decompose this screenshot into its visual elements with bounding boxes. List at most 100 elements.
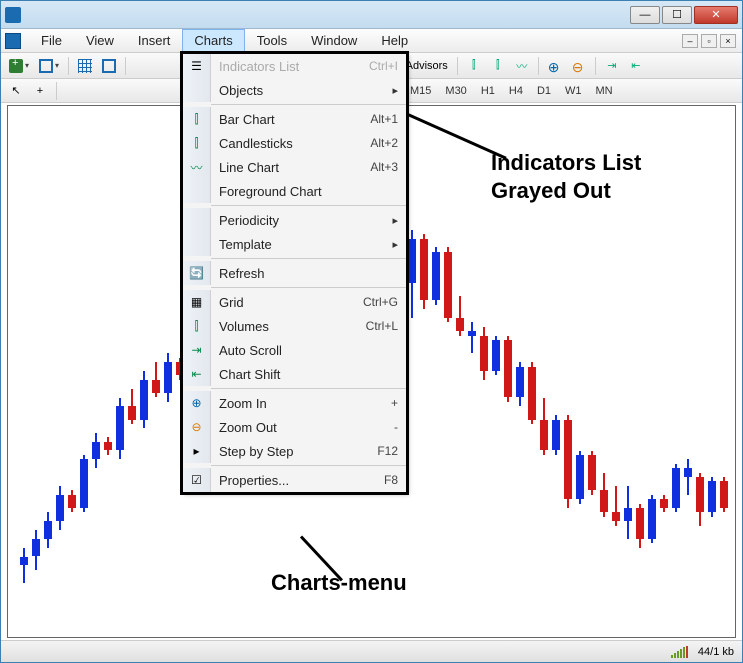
timeframe-mn[interactable]: MN (590, 82, 619, 100)
cursor-icon: ↖ (11, 84, 20, 97)
cursor-button[interactable]: ↖ (5, 81, 27, 101)
menu-separator (211, 104, 406, 105)
separator (56, 82, 57, 100)
app-icon (5, 7, 21, 23)
menu-item-refresh[interactable]: 🔄Refresh (183, 261, 406, 285)
menu-separator (211, 205, 406, 206)
grid-icon: ▦ (183, 290, 211, 314)
mdi-minimize-button[interactable]: – (682, 34, 698, 48)
step-icon: ▸ (183, 439, 211, 463)
zoom-in-button[interactable] (544, 56, 566, 76)
menu-item-label: Indicators List (219, 59, 369, 74)
line-chart-icon: 〰 (183, 155, 211, 179)
indicators-icon: ☰ (183, 54, 211, 78)
blank-icon (183, 232, 211, 256)
menu-item-label: Zoom Out (219, 420, 394, 435)
menu-item-volumes[interactable]: ⫿VolumesCtrl+L (183, 314, 406, 338)
menu-item-zoom-in[interactable]: ⊕Zoom In+ (183, 391, 406, 415)
menu-item-properties[interactable]: ☑Properties...F8 (183, 468, 406, 492)
menu-item-label: Candlesticks (219, 136, 370, 151)
menu-item-shortcut: Ctrl+G (363, 295, 398, 309)
menu-help[interactable]: Help (369, 29, 420, 52)
profiles-button[interactable] (35, 56, 63, 76)
annotation-charts-menu: Charts-menu (271, 569, 407, 597)
menu-item-label: Objects (219, 83, 386, 98)
new-chart-button[interactable] (5, 56, 33, 76)
charts-dropdown-menu: ☰Indicators ListCtrl+IObjects⫿Bar ChartA… (182, 53, 407, 493)
line-chart-icon: 〰 (516, 58, 527, 74)
menu-item-chart-shift[interactable]: ⇤Chart Shift (183, 362, 406, 386)
timeframe-w1[interactable]: W1 (559, 82, 588, 100)
bar-chart-button[interactable]: ⫿ (463, 56, 485, 76)
data-window-button[interactable] (98, 56, 120, 76)
properties-icon: ☑ (183, 468, 211, 492)
candlestick-icon: ⫿ (183, 131, 211, 155)
market-watch-button[interactable] (74, 56, 96, 76)
menu-insert[interactable]: Insert (126, 29, 183, 52)
menu-charts[interactable]: Charts (182, 29, 244, 52)
menu-item-template[interactable]: Template (183, 232, 406, 256)
chartshift-button[interactable]: ⇤ (625, 56, 647, 76)
volumes-icon: ⫿ (183, 314, 211, 338)
connection-bars-icon (671, 646, 688, 658)
minimize-button[interactable]: — (630, 6, 660, 24)
menu-tools[interactable]: Tools (245, 29, 299, 52)
timeframe-h1[interactable]: H1 (475, 82, 501, 100)
chartshift-icon: ⇤ (631, 59, 640, 72)
bar-chart-icon: ⫿ (183, 107, 211, 131)
profile-icon (39, 59, 53, 73)
menubar: File View Insert Charts Tools Window Hel… (1, 29, 742, 53)
menu-view[interactable]: View (74, 29, 126, 52)
menu-item-foreground-chart[interactable]: Foreground Chart (183, 179, 406, 203)
menu-item-candlesticks[interactable]: ⫿ CandlesticksAlt+2 (183, 131, 406, 155)
menu-item-auto-scroll[interactable]: ⇥Auto Scroll (183, 338, 406, 362)
menu-separator (211, 258, 406, 259)
line-chart-button[interactable]: 〰 (511, 56, 533, 76)
timeframe-m15[interactable]: M15 (404, 82, 437, 100)
autoscroll-icon: ⇥ (607, 59, 616, 72)
mdi-restore-button[interactable]: ▫ (701, 34, 717, 48)
menu-item-bar-chart[interactable]: ⫿Bar ChartAlt+1 (183, 107, 406, 131)
maximize-button[interactable]: ☐ (662, 6, 692, 24)
menu-item-objects[interactable]: Objects (183, 78, 406, 102)
menu-item-label: Step by Step (219, 444, 377, 459)
mdi-close-button[interactable]: × (720, 34, 736, 48)
blank-icon (183, 208, 211, 232)
timeframe-d1[interactable]: D1 (531, 82, 557, 100)
menu-item-periodicity[interactable]: Periodicity (183, 208, 406, 232)
bar-chart-icon: ⫿ (472, 59, 476, 72)
menu-item-shortcut: F12 (377, 444, 398, 458)
menu-item-shortcut: Alt+2 (370, 136, 398, 150)
menu-file[interactable]: File (29, 29, 74, 52)
menu-item-grid[interactable]: ▦ GridCtrl+G (183, 290, 406, 314)
autoscroll-icon: ⇥ (183, 338, 211, 362)
menu-item-zoom-out[interactable]: ⊖ Zoom Out- (183, 415, 406, 439)
menu-item-label: Periodicity (219, 213, 386, 228)
menu-window[interactable]: Window (299, 29, 369, 52)
menu-separator (211, 465, 406, 466)
menu-item-shortcut: - (394, 420, 398, 434)
separator (595, 57, 596, 75)
menu-item-shortcut: Alt+1 (370, 112, 398, 126)
menu-item-line-chart[interactable]: 〰Line ChartAlt+3 (183, 155, 406, 179)
autoscroll-button[interactable]: ⇥ (601, 56, 623, 76)
zoom-out-icon: ⊖ (183, 415, 211, 439)
menu-item-label: Grid (219, 295, 363, 310)
timeframe-h4[interactable]: H4 (503, 82, 529, 100)
candlestick-button[interactable]: ⫿ (487, 56, 509, 76)
separator (125, 57, 126, 75)
menu-item-shortcut: F8 (384, 473, 398, 487)
menu-item-label: Line Chart (219, 160, 370, 175)
zoom-out-button[interactable] (568, 56, 590, 76)
menu-item-indicators-list: ☰Indicators ListCtrl+I (183, 54, 406, 78)
annotation-indicators-grayed: Indicators List Grayed Out (491, 149, 641, 204)
candlestick-icon: ⫿ (496, 59, 500, 72)
menu-item-shortcut: + (391, 396, 398, 410)
crosshair-button[interactable]: + (29, 81, 51, 101)
separator (68, 57, 69, 75)
menu-item-step-by-step[interactable]: ▸ Step by StepF12 (183, 439, 406, 463)
timeframe-m30[interactable]: M30 (439, 82, 472, 100)
close-button[interactable]: ✕ (694, 6, 738, 24)
menu-item-label: Volumes (219, 319, 366, 334)
plus-icon (9, 59, 23, 73)
